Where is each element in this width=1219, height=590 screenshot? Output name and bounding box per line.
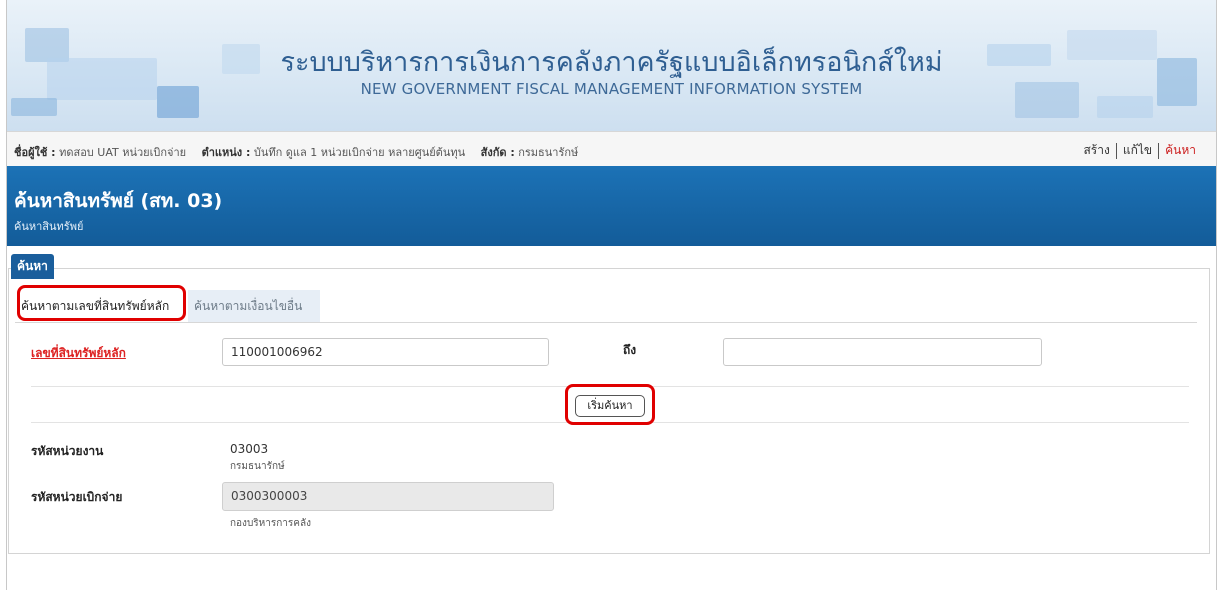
asset-number-label[interactable]: เลขที่สินทรัพย์หลัก (31, 344, 126, 363)
agency-code-label: รหัสหน่วยงาน (31, 444, 104, 458)
agency-code-value: 03003 (230, 442, 269, 456)
page-subtitle: ค้นหาสินทรัพย์ (14, 220, 84, 233)
tab-other-conditions[interactable]: ค้นหาตามเงื่อนไขอื่น (188, 290, 320, 322)
highlight-tab-annotation (17, 285, 186, 321)
disbursing-unit-field: 0300300003 (222, 482, 554, 511)
asset-number-from-input[interactable] (222, 338, 549, 366)
banner-decoration (1097, 96, 1153, 118)
user-value: ทดสอบ UAT หน่วยเบิกจ่าย (59, 146, 187, 159)
system-title-thai: ระบบบริหารการเงินการคลังภาครัฐแบบอิเล็กท… (280, 47, 943, 78)
system-title-english: NEW GOVERNMENT FISCAL MANAGEMENT INFORMA… (360, 80, 863, 98)
edit-link[interactable]: แก้ไข (1117, 143, 1158, 157)
banner-decoration (11, 98, 57, 116)
position-value: บันทึก ดูแล 1 หน่วยเบิกจ่าย หลายศูนย์ต้น… (253, 146, 466, 159)
asset-number-to-input[interactable] (723, 338, 1042, 366)
disbursing-unit-name: กองบริหารการคลัง (230, 518, 311, 529)
search-panel-tag: ค้นหา (11, 254, 54, 279)
org-label: สังกัด : (480, 146, 515, 159)
page-title-bar: ค้นหาสินทรัพย์ (สท. 03) ค้นหาสินทรัพย์ (7, 166, 1216, 246)
position-label: ตำแหน่ง : (201, 146, 251, 159)
agency-name: กรมธนารักษ์ (230, 461, 285, 472)
highlight-button-annotation (565, 384, 655, 425)
create-link[interactable]: สร้าง (1077, 143, 1115, 157)
user-info-bar: ชื่อผู้ใช้ : ทดสอบ UAT หน่วยเบิกจ่าย ตำแ… (7, 131, 1216, 168)
tab-divider (15, 322, 1197, 323)
user-label: ชื่อผู้ใช้ : (14, 146, 56, 159)
action-links: สร้าง แก้ไข ค้นหา (1077, 141, 1202, 160)
to-label: ถึง (623, 343, 637, 357)
disbursing-unit-label: รหัสหน่วยเบิกจ่าย (31, 490, 123, 504)
search-link[interactable]: ค้นหา (1159, 143, 1202, 157)
header-banner: ระบบบริหารการเงินการคลังภาครัฐแบบอิเล็กท… (7, 0, 1216, 131)
page-title: ค้นหาสินทรัพย์ (สท. 03) (14, 190, 223, 212)
user-info: ชื่อผู้ใช้ : ทดสอบ UAT หน่วยเบิกจ่าย ตำแ… (14, 143, 590, 161)
org-value: กรมธนารักษ์ (518, 146, 579, 159)
